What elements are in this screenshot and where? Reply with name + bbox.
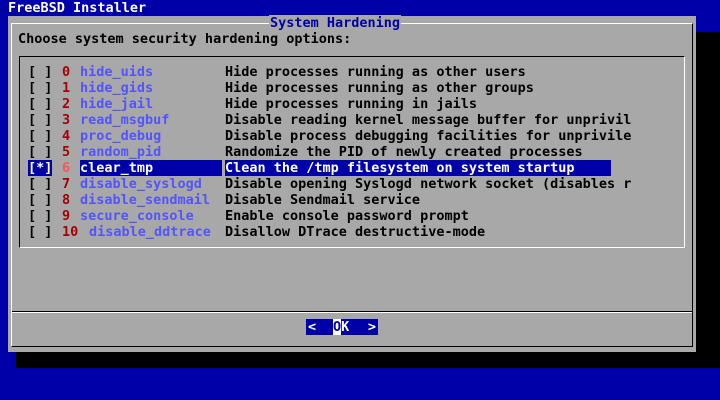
option-clear-tmp[interactable]: [*] 6 clear_tmp Clean the /tmp filesyste…	[28, 160, 676, 176]
option-name: secure_console	[80, 208, 194, 224]
option-proc-debug[interactable]: [ ] 4 proc_debug Disable process debuggi…	[28, 128, 676, 144]
ok-label-rest: K	[341, 319, 350, 335]
option-checkbox[interactable]: [ ]	[28, 112, 52, 128]
option-checkbox[interactable]: [ ]	[28, 80, 52, 96]
option-hide-jail[interactable]: [ ] 2 hide_jail Hide processes running i…	[28, 96, 676, 112]
ok-right-bracket: >	[367, 319, 376, 335]
option-checkbox[interactable]: [ ]	[28, 64, 52, 80]
option-name: hide_uids	[80, 64, 154, 80]
option-description: Hide processes running as other groups	[225, 80, 534, 96]
option-index: 1	[62, 80, 71, 96]
option-index: 10	[62, 224, 79, 240]
option-checkbox[interactable]: [ ]	[28, 128, 52, 144]
option-index: 6	[62, 160, 71, 176]
option-checkbox[interactable]: [ ]	[28, 224, 52, 240]
option-checkbox[interactable]: [ ]	[28, 192, 52, 208]
option-checkbox[interactable]: [ ]	[28, 176, 52, 192]
option-checkbox[interactable]: [ ]	[28, 144, 52, 160]
ok-left-bracket: <	[308, 319, 317, 335]
installer-title: FreeBSD Installer	[8, 0, 147, 16]
option-checkbox[interactable]: [ ]	[28, 96, 52, 112]
option-disable-syslogd[interactable]: [ ] 7 disable_syslogd Disable opening Sy…	[28, 176, 676, 192]
option-index: 4	[62, 128, 71, 144]
option-index: 0	[62, 64, 71, 80]
option-index: 5	[62, 144, 71, 160]
option-description: Disallow DTrace destructive-mode	[225, 224, 486, 240]
option-description: Clean the /tmp filesystem on system star…	[225, 160, 611, 176]
option-hide-uids[interactable]: [ ] 0 hide_uids Hide processes running a…	[28, 64, 676, 80]
option-name: random_pid	[80, 144, 162, 160]
option-index: 7	[62, 176, 71, 192]
option-description: Enable console password prompt	[225, 208, 469, 224]
checklist-rows: [ ] 0 hide_uids Hide processes running a…	[28, 64, 676, 240]
option-name: read_msgbuf	[80, 112, 170, 128]
option-name: hide_gids	[80, 80, 154, 96]
option-name: disable_ddtrace	[89, 224, 211, 240]
hardening-dialog: System Hardening Choose system security …	[8, 15, 696, 352]
option-secure-console[interactable]: [ ] 9 secure_console Enable console pass…	[28, 208, 676, 224]
option-description: Randomize the PID of newly created proce…	[225, 144, 583, 160]
installer-title-bar: FreeBSD Installer	[0, 0, 720, 16]
ok-button[interactable]: < OK >	[306, 319, 378, 335]
ok-hotkey: O	[333, 319, 342, 335]
option-read-msgbuf[interactable]: [ ] 3 read_msgbuf Disable reading kernel…	[28, 112, 676, 128]
option-index: 2	[62, 96, 71, 112]
option-index: 9	[62, 208, 71, 224]
option-description: Disable opening Syslogd network socket (…	[225, 176, 632, 192]
option-checkbox[interactable]: [*]	[28, 160, 53, 176]
option-disable-sendmail[interactable]: [ ] 8 disable_sendmail Disable Sendmail …	[28, 192, 676, 208]
option-description: Disable reading kernel message buffer fo…	[225, 112, 632, 128]
option-name: disable_syslogd	[80, 176, 202, 192]
dialog-title: System Hardening	[269, 15, 402, 31]
options-checklist[interactable]: [ ] 0 hide_uids Hide processes running a…	[19, 56, 685, 248]
option-random-pid[interactable]: [ ] 5 random_pid Randomize the PID of ne…	[28, 144, 676, 160]
option-name: disable_sendmail	[80, 192, 211, 208]
option-disable-ddtrace[interactable]: [ ] 10 disable_ddtrace Disallow DTrace d…	[28, 224, 676, 240]
installer-screen: FreeBSD Installer System Hardening Choos…	[0, 0, 720, 400]
option-checkbox[interactable]: [ ]	[28, 208, 52, 224]
option-name: proc_debug	[80, 128, 162, 144]
option-index: 8	[62, 192, 71, 208]
option-name: clear_tmp	[80, 160, 222, 176]
dialog-prompt: Choose system security hardening options…	[18, 31, 352, 47]
option-description: Hide processes running as other users	[225, 64, 526, 80]
option-description: Hide processes running in jails	[225, 96, 477, 112]
ok-button-label: OK	[333, 319, 349, 335]
button-separator	[12, 311, 692, 313]
option-index: 3	[62, 112, 71, 128]
option-name: hide_jail	[80, 96, 154, 112]
option-hide-gids[interactable]: [ ] 1 hide_gids Hide processes running a…	[28, 80, 676, 96]
option-description: Disable Sendmail service	[225, 192, 421, 208]
option-description: Disable process debugging facilities for…	[225, 128, 632, 144]
